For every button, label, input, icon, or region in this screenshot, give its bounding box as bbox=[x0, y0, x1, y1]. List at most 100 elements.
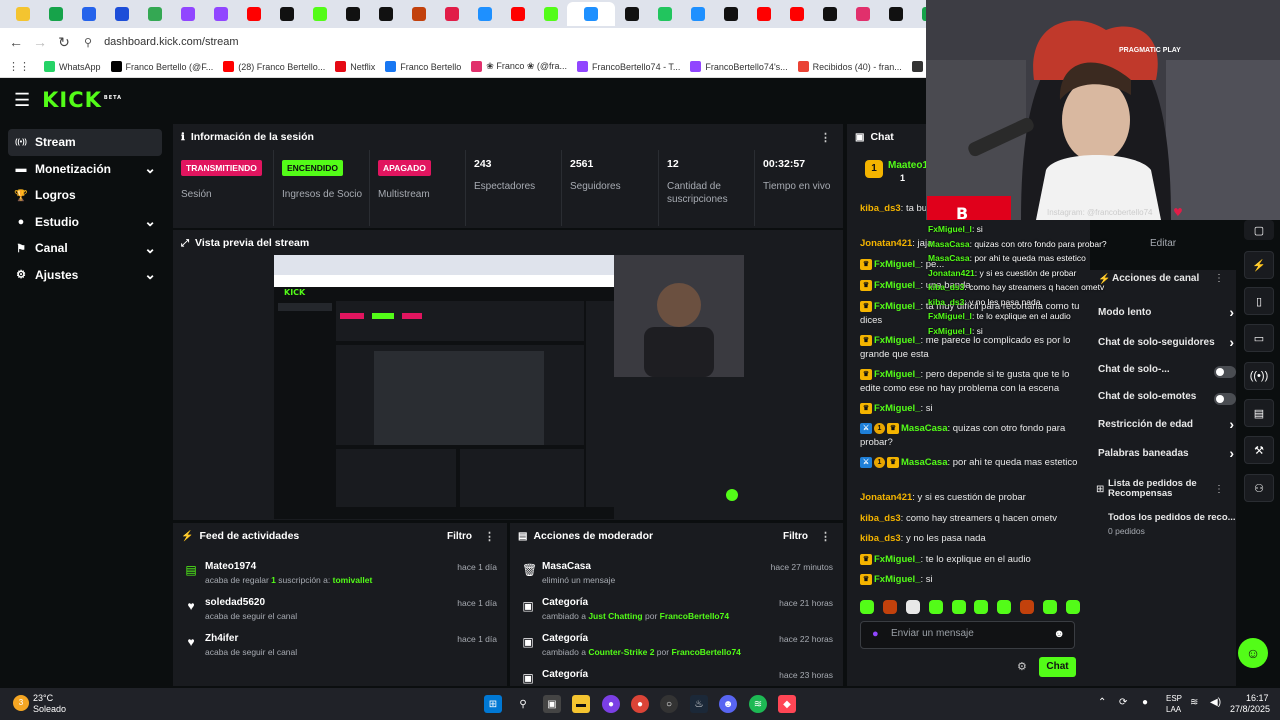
clock-time[interactable]: 16:17 bbox=[1246, 693, 1269, 703]
chat-username[interactable]: Jonatan421 bbox=[860, 238, 912, 249]
edit-button[interactable]: Editar bbox=[1150, 238, 1176, 249]
pinned-gift[interactable]: 1 bbox=[865, 160, 883, 178]
chat-username[interactable]: MasaCasa bbox=[901, 457, 947, 468]
sidebar-item-logros[interactable]: 🏆 Logros bbox=[8, 182, 162, 209]
browser-tab[interactable] bbox=[138, 2, 171, 26]
emote-icon[interactable] bbox=[951, 600, 966, 614]
emote-icon[interactable] bbox=[860, 600, 874, 614]
toggle-switch[interactable] bbox=[1214, 393, 1236, 405]
browser-tab[interactable] bbox=[615, 2, 648, 26]
browser-tab[interactable] bbox=[6, 2, 39, 26]
bookmark[interactable]: Franco Bertello (@F... bbox=[110, 61, 213, 72]
stream-preview-video[interactable]: KICK bbox=[274, 255, 744, 519]
bookmark[interactable]: Recibidos (40) - fran... bbox=[797, 61, 902, 72]
reload-icon[interactable]: ↻ bbox=[52, 34, 76, 51]
mod-action-item[interactable]: ▣ Categoría hace 23 horas bbox=[510, 665, 843, 686]
spotify-icon[interactable]: ≋ bbox=[749, 695, 767, 713]
site-info-icon[interactable]: ⚲ bbox=[84, 36, 92, 49]
support-button[interactable]: ☺ bbox=[1238, 638, 1268, 668]
kick-logo[interactable]: KICK BETA bbox=[42, 88, 122, 112]
browser-tab[interactable] bbox=[813, 2, 846, 26]
chat-username[interactable]: FxMiguel_ bbox=[874, 301, 920, 312]
apps-icon[interactable]: ⋮⋮ bbox=[8, 60, 30, 73]
browser-tab[interactable] bbox=[747, 2, 780, 26]
bookmark[interactable]: WhatsApp bbox=[44, 61, 101, 72]
people-rail-button[interactable]: ⚇ bbox=[1244, 474, 1274, 502]
volume-icon[interactable]: ◀) bbox=[1210, 697, 1221, 708]
browser-tab[interactable] bbox=[270, 2, 303, 26]
weather-icon[interactable]: 3 bbox=[13, 695, 29, 711]
browser-tab[interactable] bbox=[879, 2, 912, 26]
activity-user[interactable]: Zh4ifer bbox=[205, 633, 238, 644]
wifi-icon[interactable]: ≋ bbox=[1190, 697, 1198, 708]
sidebar-item-stream[interactable]: ((•)) Stream bbox=[8, 129, 162, 156]
search-icon[interactable]: ⚲ bbox=[514, 695, 532, 713]
emoji-icon[interactable]: ☻ bbox=[1053, 628, 1065, 640]
bolt-rail-button[interactable]: ⚡ bbox=[1244, 251, 1274, 279]
chat-username[interactable]: FxMiguel_ bbox=[874, 335, 920, 346]
url-field[interactable]: dashboard.kick.com/stream bbox=[104, 36, 239, 48]
activity-item[interactable]: ▤ Mateo1974 hace 1 día acaba de regalar 1 s… bbox=[173, 557, 507, 593]
browser-tab[interactable] bbox=[336, 2, 369, 26]
emote-icon[interactable] bbox=[905, 600, 920, 614]
browser-tab[interactable] bbox=[501, 2, 534, 26]
browser-tab[interactable] bbox=[402, 2, 435, 26]
activity-user[interactable]: soledad5620 bbox=[205, 597, 265, 608]
mod-action-item[interactable]: ▣ Categoría hace 21 horas cambiado a Just C… bbox=[510, 593, 843, 629]
chat-rail-button[interactable]: ▭ bbox=[1244, 324, 1274, 352]
browser-tab[interactable] bbox=[468, 2, 501, 26]
activity-user[interactable]: Mateo1974 bbox=[205, 561, 256, 572]
task-view-icon[interactable]: ▣ bbox=[543, 695, 561, 713]
app-icon[interactable]: ● bbox=[602, 695, 620, 713]
kebab-menu-icon[interactable]: ⋮ bbox=[820, 131, 831, 144]
mod-highlight[interactable]: Counter-Strike 2 bbox=[588, 647, 654, 657]
bookmark[interactable]: outlook bbox=[911, 61, 926, 72]
channel-action-item[interactable]: Modo lento › bbox=[1098, 304, 1236, 323]
clock-date[interactable]: 27/8/2025 bbox=[1230, 704, 1270, 714]
mic-icon[interactable]: ● bbox=[872, 628, 879, 640]
chat-username[interactable]: Jonatan421 bbox=[860, 492, 912, 503]
mod-highlight[interactable]: Just Chatting bbox=[588, 611, 642, 621]
browser-tab[interactable] bbox=[39, 2, 72, 26]
emote-icon[interactable] bbox=[1020, 600, 1035, 614]
emote-icon[interactable] bbox=[997, 600, 1012, 614]
bookmark[interactable]: Franco Bertello bbox=[385, 61, 461, 72]
wrench-rail-button[interactable]: ⚒ bbox=[1244, 436, 1274, 464]
browser-tab[interactable] bbox=[171, 2, 204, 26]
browser-tab[interactable] bbox=[369, 2, 402, 26]
chrome-icon[interactable]: ● bbox=[631, 695, 649, 713]
bookmark[interactable]: (28) Franco Bertello... bbox=[223, 61, 325, 72]
broadcast-rail-button[interactable]: ((•)) bbox=[1244, 362, 1274, 390]
activity-item[interactable]: ♥ soledad5620 hace 1 día acaba de seguir el… bbox=[173, 593, 507, 629]
sidebar-item-estudio[interactable]: ● Estudio ⌄ bbox=[8, 209, 162, 236]
mod-action-item[interactable]: 🗑 MasaCasa hace 27 minutos eliminó un mensa… bbox=[510, 557, 843, 593]
sidebar-item-canal[interactable]: ⚑ Canal ⌄ bbox=[8, 235, 162, 262]
browser-tab[interactable] bbox=[204, 2, 237, 26]
chat-username[interactable]: kiba_ds3 bbox=[860, 513, 901, 524]
forward-icon[interactable]: → bbox=[28, 34, 52, 50]
kebab-menu-icon[interactable]: ⋮ bbox=[1214, 484, 1224, 495]
phone-rail-button[interactable]: ▯ bbox=[1244, 287, 1274, 315]
channel-action-item[interactable]: Chat de solo-... bbox=[1098, 364, 1236, 380]
tray-mic-icon[interactable]: ● bbox=[1142, 697, 1148, 708]
browser-tab[interactable] bbox=[648, 2, 681, 26]
browser-tab[interactable] bbox=[780, 2, 813, 26]
browser-tab[interactable] bbox=[912, 2, 926, 26]
chat-username[interactable]: FxMiguel_ bbox=[874, 574, 920, 585]
kebab-menu-icon[interactable]: ⋮ bbox=[1214, 273, 1224, 284]
file-explorer-icon[interactable]: ▬ bbox=[572, 695, 590, 713]
tray-chevron-icon[interactable]: ⌃ bbox=[1098, 697, 1106, 708]
feed-filter-button[interactable]: Filtro bbox=[447, 531, 472, 542]
browser-tab[interactable] bbox=[714, 2, 747, 26]
chat-username[interactable]: kiba_ds3 bbox=[860, 203, 901, 214]
obs-icon[interactable]: ○ bbox=[660, 695, 678, 713]
browser-tab[interactable] bbox=[846, 2, 879, 26]
chat-username[interactable]: MasaCasa bbox=[901, 423, 947, 434]
sidebar-item-monetización[interactable]: ▬ Monetización ⌄ bbox=[8, 156, 162, 183]
chat-username[interactable]: FxMiguel_ bbox=[874, 554, 920, 565]
mod-highlight[interactable]: FrancoBertello74 bbox=[660, 611, 729, 621]
channel-action-item[interactable]: Chat de solo-emotes bbox=[1098, 391, 1236, 407]
browser-tab[interactable] bbox=[534, 2, 567, 26]
chat-username[interactable]: FxMiguel_ bbox=[874, 259, 920, 270]
activity-highlight[interactable]: tomivallet bbox=[333, 575, 373, 585]
